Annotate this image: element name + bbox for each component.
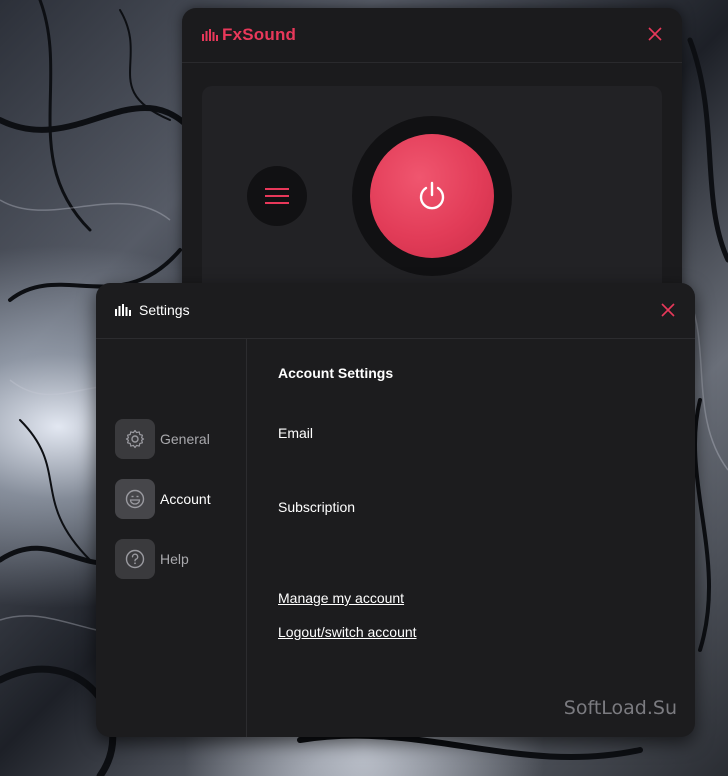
menu-button[interactable] [247,166,307,226]
fxsound-logo: FxSound [202,25,296,45]
nav-icon-box [115,419,155,459]
power-icon [419,181,445,210]
watermark: SoftLoad.Su [563,697,677,719]
settings-sidebar: General Account Help [96,339,247,737]
settings-close-button[interactable] [661,303,675,322]
app-name: FxSound [222,25,297,44]
nav-icon-box [115,479,155,519]
close-icon [661,303,675,317]
close-icon [648,27,662,41]
sidebar-item-label: Account [160,491,211,507]
power-button[interactable] [370,134,494,258]
nav-icon-box [115,539,155,579]
fxsound-main-window: FxSound [182,8,682,328]
settings-header: Settings [96,283,695,339]
sidebar-item-account[interactable]: Account [115,479,211,519]
sidebar-item-label: General [160,431,210,447]
power-ring [352,116,512,276]
main-close-button[interactable] [648,27,662,46]
main-window-header: FxSound [182,8,682,63]
sidebar-item-general[interactable]: General [115,419,210,459]
manage-account-link[interactable]: Manage my account [278,590,404,606]
logout-switch-account-link[interactable]: Logout/switch account [278,624,417,640]
subscription-label: Subscription [278,499,356,515]
sidebar-item-label: Help [160,551,189,567]
settings-window: Settings General Account Help Account Se… [96,283,695,737]
account-settings-content: Account Settings Email Subscription Mana… [278,339,695,737]
equalizer-icon [115,304,131,316]
hamburger-icon [265,188,289,204]
sidebar-item-help[interactable]: Help [115,539,189,579]
settings-title: Settings [139,302,190,318]
email-label: Email [278,425,314,441]
gear-icon [125,429,145,449]
account-settings-heading: Account Settings [278,365,394,381]
settings-title-group: Settings [115,302,190,318]
smiley-icon [125,489,145,509]
question-icon [125,549,145,569]
equalizer-icon [202,29,218,41]
